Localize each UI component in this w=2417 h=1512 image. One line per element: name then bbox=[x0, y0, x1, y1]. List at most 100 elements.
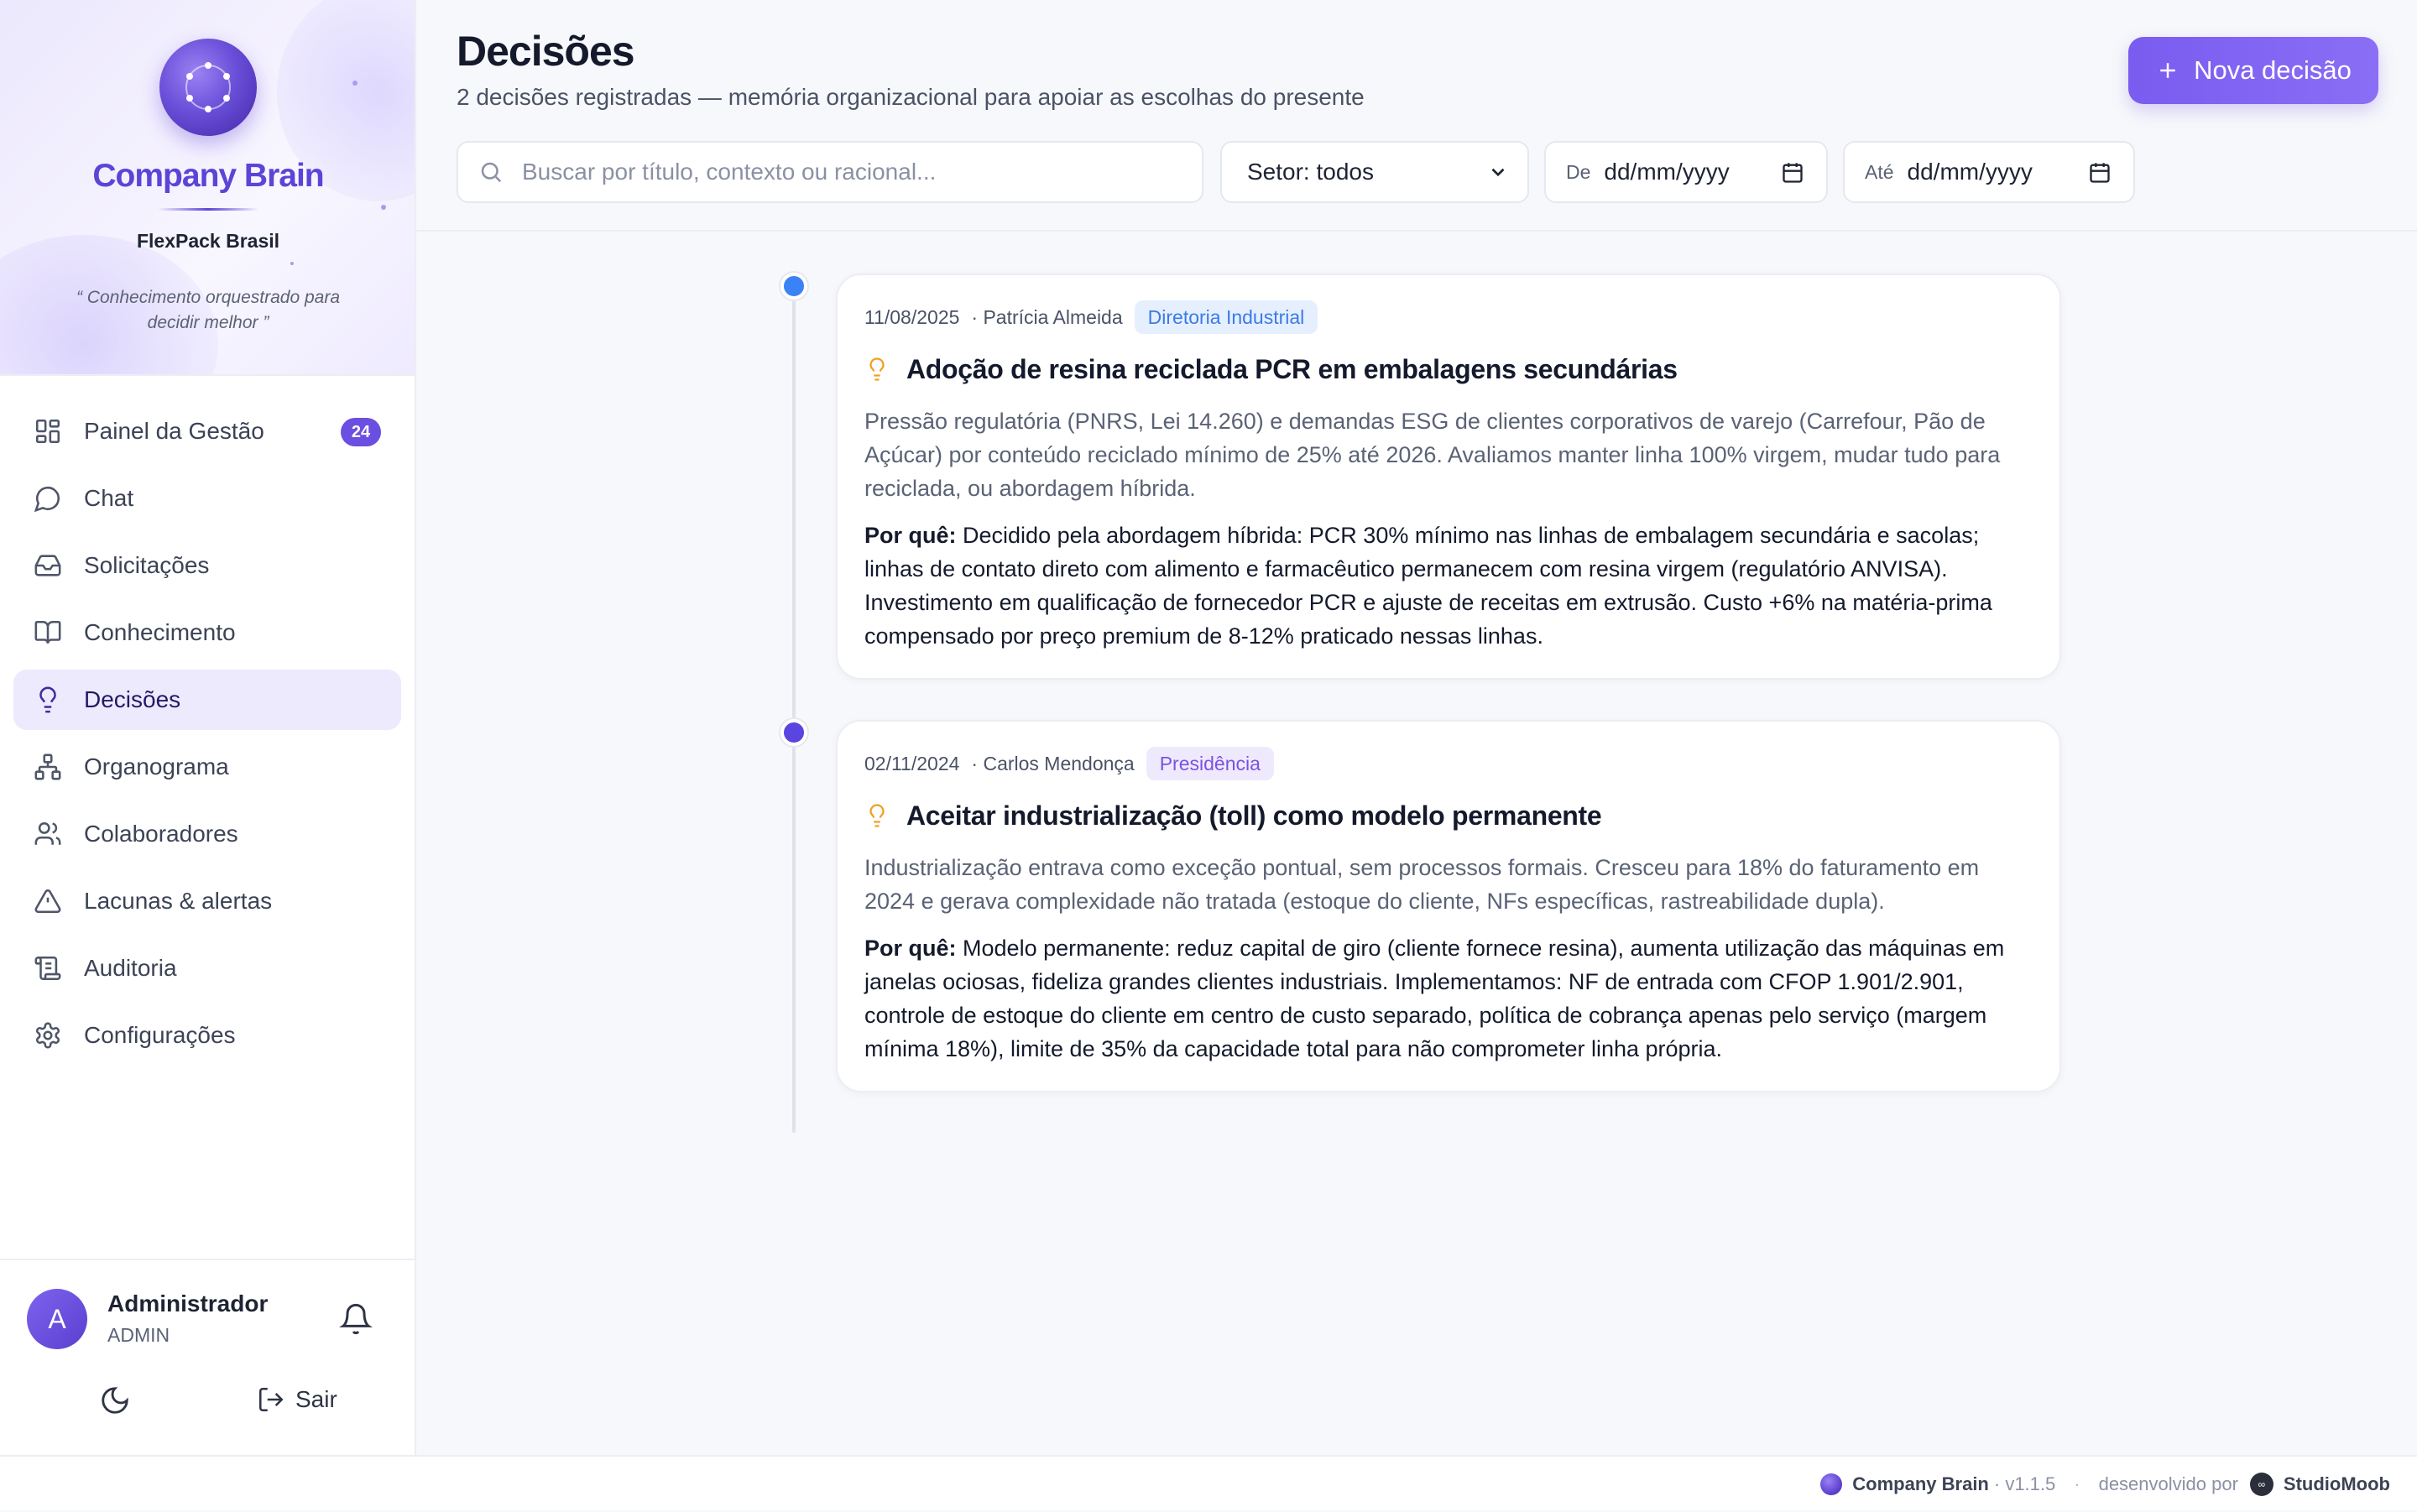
date-from-label: De bbox=[1566, 160, 1591, 183]
decision-title-row: Aceitar industrialização (toll) como mod… bbox=[864, 795, 2029, 836]
rationale-label: Por quê: bbox=[864, 523, 957, 548]
sidebar-item-colaboradores[interactable]: Colaboradores bbox=[13, 804, 401, 864]
timeline-dot bbox=[780, 273, 807, 300]
decision-author: · Carlos Mendonça bbox=[971, 752, 1135, 774]
decorative-dot bbox=[290, 262, 294, 265]
footer-credits: Company Brain · v1.1.5 · desenvolvido po… bbox=[1820, 1457, 2390, 1512]
sidebar-item-conhecimento[interactable]: Conhecimento bbox=[13, 602, 401, 663]
sidebar-item-label: Chat bbox=[84, 485, 134, 511]
chevron-down-icon bbox=[1491, 168, 1505, 177]
sidebar-item-label: Colaboradores bbox=[84, 821, 238, 847]
sidebar-item-configuracoes[interactable]: Configurações bbox=[13, 1005, 401, 1066]
app-footer: Company Brain · v1.1.5 · desenvolvido po… bbox=[0, 1455, 2417, 1510]
decision-title: Adoção de resina reciclada PCR em embala… bbox=[906, 353, 1678, 384]
date-to-value: dd/mm/yyyy bbox=[1907, 159, 2033, 185]
decision-date: 02/11/2024 bbox=[864, 752, 960, 774]
timeline-dot bbox=[780, 719, 807, 746]
date-from-field[interactable]: De dd/mm/yyyy bbox=[1544, 141, 1828, 203]
decision-context: Industrialização entrava como exceção po… bbox=[864, 855, 1980, 914]
inbox-icon bbox=[34, 555, 61, 576]
sector-select-value: Setor: todos bbox=[1247, 159, 1374, 185]
new-decision-button[interactable]: Nova decisão bbox=[2128, 37, 2378, 104]
footer-version: · v1.1.5 bbox=[1993, 1473, 2056, 1494]
sidebar-item-label: Conhecimento bbox=[84, 619, 236, 645]
lightbulb-icon bbox=[869, 804, 885, 827]
sector-tag: Diretoria Industrial bbox=[1134, 300, 1318, 334]
lightbulb-icon bbox=[39, 686, 56, 713]
decorative-dot bbox=[352, 81, 358, 86]
dashboard-icon bbox=[35, 419, 60, 444]
decision-meta: 02/11/2024 · Carlos Mendonça Presidência bbox=[864, 747, 2029, 780]
date-to-field[interactable]: Até dd/mm/yyyy bbox=[1843, 141, 2135, 203]
decision-card[interactable]: 02/11/2024 · Carlos Mendonça Presidência… bbox=[836, 720, 2061, 1092]
search-input[interactable] bbox=[522, 159, 1193, 185]
company-name: FlexPack Brasil bbox=[136, 230, 280, 252]
sidebar-item-painel[interactable]: Painel da Gestão 24 bbox=[13, 401, 401, 461]
gear-icon bbox=[35, 1022, 60, 1049]
sector-select[interactable]: Setor: todos bbox=[1220, 141, 1529, 203]
user-panel: A Administrador ADMIN Sair bbox=[0, 1259, 415, 1455]
brain-network-icon bbox=[185, 62, 231, 112]
studio-logo-icon: ∞ bbox=[2249, 1473, 2273, 1496]
sidebar-item-chat[interactable]: Chat bbox=[13, 468, 401, 529]
sidebar-item-auditoria[interactable]: Auditoria bbox=[13, 938, 401, 998]
sidebar-item-label: Solicitações bbox=[84, 552, 210, 578]
users-icon bbox=[34, 821, 61, 845]
sidebar-item-solicitacoes[interactable]: Solicitações bbox=[13, 535, 401, 596]
decision-author: · Patrícia Almeida bbox=[971, 305, 1123, 328]
bell-icon[interactable] bbox=[339, 1302, 373, 1336]
search-box bbox=[457, 141, 1203, 203]
company-brain-logo bbox=[159, 39, 257, 136]
brand-name: Company Brain bbox=[92, 158, 324, 194]
moon-icon[interactable] bbox=[99, 1384, 131, 1416]
date-from-value: dd/mm/yyyy bbox=[1604, 159, 1730, 185]
sidebar-item-lacunas[interactable]: Lacunas & alertas bbox=[13, 871, 401, 931]
org-chart-icon bbox=[34, 753, 61, 780]
rationale-text: Modelo permanente: reduz capital de giro… bbox=[864, 936, 2005, 1061]
page-title: Decisões bbox=[457, 28, 635, 75]
new-decision-label: Nova decisão bbox=[2194, 55, 2352, 85]
footer-separator: · bbox=[2074, 1473, 2080, 1494]
footer-studio-name[interactable]: StudioMoob bbox=[2284, 1473, 2390, 1495]
brand-underline bbox=[158, 208, 258, 211]
logout-icon bbox=[258, 1387, 284, 1412]
avatar[interactable]: A bbox=[27, 1289, 87, 1349]
footer-app-name: Company Brain bbox=[1852, 1473, 1989, 1494]
decision-card[interactable]: 11/08/2025 · Patrícia Almeida Diretoria … bbox=[836, 274, 2061, 680]
timeline-line bbox=[792, 285, 796, 1133]
sidebar-item-label: Configurações bbox=[84, 1022, 236, 1048]
sector-tag: Presidência bbox=[1146, 747, 1274, 780]
decision-title: Aceitar industrialização (toll) como mod… bbox=[906, 800, 1602, 831]
sidebar-item-decisoes[interactable]: Decisões bbox=[13, 670, 401, 730]
decorative-dot bbox=[381, 205, 386, 210]
decision-meta: 11/08/2025 · Patrícia Almeida Diretoria … bbox=[864, 300, 2029, 334]
sidebar-item-label: Painel da Gestão bbox=[84, 418, 264, 444]
decision-date: 11/08/2025 bbox=[864, 305, 960, 328]
plus-icon bbox=[2160, 63, 2175, 78]
page-header: Decisões 2 decisões registradas — memóri… bbox=[416, 0, 2417, 232]
rationale-label: Por quê: bbox=[864, 936, 957, 961]
brand-panel: Company Brain FlexPack Brasil “ Conhecim… bbox=[0, 0, 415, 376]
main-nav: Painel da Gestão 24 Chat Solicitações Co… bbox=[13, 401, 401, 1072]
book-icon bbox=[34, 620, 61, 644]
logout-button[interactable]: Sair bbox=[257, 1383, 337, 1416]
alert-triangle-icon bbox=[34, 889, 61, 914]
user-role: ADMIN bbox=[107, 1324, 170, 1346]
notification-count-badge: 24 bbox=[341, 418, 381, 446]
footer-dev-label: desenvolvido por bbox=[2098, 1473, 2238, 1494]
rationale-text: Decidido pela abordagem híbrida: PCR 30%… bbox=[864, 523, 1992, 649]
tagline: “ Conhecimento orquestrado para decidir … bbox=[76, 288, 340, 332]
sidebar-item-label: Organograma bbox=[84, 753, 229, 779]
scroll-icon bbox=[34, 956, 61, 981]
user-name: Administrador bbox=[107, 1290, 269, 1316]
calendar-icon[interactable] bbox=[1781, 161, 1804, 185]
search-icon bbox=[481, 162, 502, 183]
decision-context: Pressão regulatória (PNRS, Lei 14.260) e… bbox=[864, 409, 2001, 501]
sidebar-item-label: Decisões bbox=[84, 686, 181, 712]
decision-rationale: Por quê: Decidido pela abordagem híbrida… bbox=[864, 519, 2029, 653]
decision-title-row: Adoção de resina reciclada PCR em embala… bbox=[864, 349, 2029, 389]
sidebar-item-organograma[interactable]: Organograma bbox=[13, 737, 401, 797]
logout-label: Sair bbox=[295, 1386, 337, 1412]
page-subtitle: 2 decisões registradas — memória organiz… bbox=[457, 84, 1365, 110]
calendar-icon[interactable] bbox=[2088, 161, 2112, 185]
